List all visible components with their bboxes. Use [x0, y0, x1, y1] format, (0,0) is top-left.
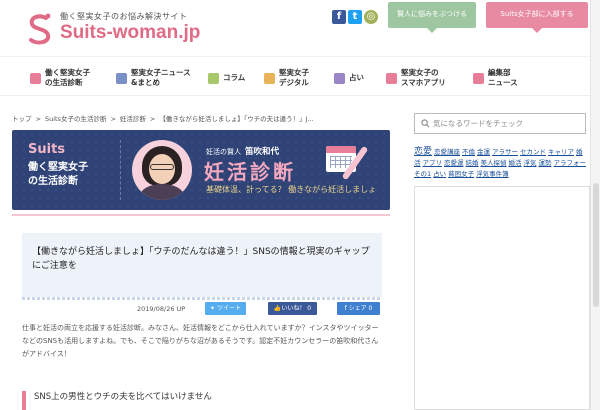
keyword-tag[interactable]: 貧困女子 — [448, 170, 474, 178]
search-icon — [421, 119, 430, 128]
keyword-tag[interactable]: 金運 — [477, 148, 490, 156]
breadcrumb: トップ > Suits女子の生活診断 > 妊活診断 > 【働きながら妊活しましょ】「ウチの夫… — [12, 113, 318, 123]
banner-divider — [120, 140, 121, 200]
keyword-tag[interactable]: アラサー — [492, 148, 518, 156]
article-intro: 仕事と妊活の両立を応援する妊活診断。みなさん、妊活情報をどこから仕入れていますか… — [22, 324, 379, 358]
breadcrumb-link[interactable]: Suits女子の生活診断 — [45, 115, 107, 123]
logo-mark-icon — [29, 13, 51, 45]
nav-item-5[interactable]: 堅実女子の スマホアプリ — [386, 65, 446, 91]
nav-item-6[interactable]: 編集部 ニュース — [473, 65, 518, 91]
keyword-tag[interactable]: 恋愛運 — [444, 159, 464, 167]
breadcrumb-separator: > — [149, 115, 156, 123]
keyword-tag[interactable]: アラフォー — [554, 159, 587, 167]
bag-icon — [264, 72, 275, 84]
breadcrumb-link: 【働きながら妊活しましょ】「ウチの夫は違う！」J... — [159, 115, 314, 123]
join-club-button[interactable]: Suits女子部に入部する — [486, 2, 588, 33]
sidebar-search[interactable] — [414, 113, 586, 134]
clipboard-icon — [30, 72, 41, 84]
tweet-button[interactable]: ✦ ツイート — [205, 302, 246, 315]
facebook-icon[interactable]: f — [332, 10, 346, 24]
nav-item-label: コラム — [223, 73, 246, 82]
breadcrumb-link[interactable]: 妊活診断 — [120, 115, 146, 123]
logo-text: Suits-woman.jp — [60, 22, 201, 43]
keyword-tag[interactable]: 恋愛講座 — [434, 148, 460, 156]
search-input[interactable] — [433, 115, 583, 132]
keyword-tag[interactable]: その1 — [414, 170, 431, 178]
facebook-like-button[interactable]: 👍いいね！ 0 — [268, 302, 317, 315]
line-icon[interactable]: ◎ — [364, 10, 378, 24]
facebook-share-button[interactable]: f シェア 0 — [337, 302, 380, 315]
keyword-tags: 恋愛 恋愛講座 不倫 金運 アラサー セカンド キャリア 婚活 アプリ 恋愛運 結婚 美人探偵 婚活 浮気… — [414, 147, 590, 180]
keyword-tag[interactable]: 浮気事件簿 — [476, 170, 509, 178]
section-heading: SNS上の男性とウチの夫を比べてはいけません — [22, 391, 380, 410]
star-icon — [334, 72, 345, 84]
diagnosis-banner[interactable]: Suits 働く堅実女子 の生活診断 妊活の賢人 笛吹和代 妊活診断 基礎体温、計… — [12, 130, 390, 210]
banner-underline — [12, 214, 390, 216]
breadcrumb-separator: > — [35, 115, 41, 123]
main-nav: 働く堅実女子 の生活診断 堅実女子ニュース &まとめ コラム 堅実女子 デジタル 占い 堅… — [0, 56, 600, 96]
nav-item-4[interactable]: 占い — [334, 65, 364, 91]
article-header: 【働きながら妊活しましょ】「ウチのだんなは違う！」SNSの情報と現実のギャップに… — [22, 233, 382, 297]
banner-main-title: 妊活診断 — [204, 160, 296, 184]
smartphone-icon — [386, 72, 397, 84]
site-header: 働く堅実女子のお悩み解決サイト Suits-woman.jp f t ◎ 賢人に悩み… — [0, 0, 600, 52]
nav-item-label: 堅実女子ニュース &まとめ — [131, 68, 191, 87]
breadcrumb-link[interactable]: トップ — [12, 115, 32, 123]
keyword-tag[interactable]: 美人探偵 — [481, 159, 507, 167]
nav-item-2[interactable]: コラム — [208, 65, 245, 91]
keyword-tag[interactable]: 不倫 — [462, 148, 475, 156]
keyword-tag[interactable]: 占い — [433, 170, 446, 178]
breadcrumb-separator: > — [110, 115, 116, 123]
keyword-tag[interactable]: キャリア — [548, 148, 574, 156]
news-icon — [116, 72, 127, 84]
sidebar-ad-box — [414, 186, 590, 410]
megaphone-icon — [473, 72, 484, 84]
nav-item-label: 堅実女子の スマホアプリ — [401, 68, 446, 87]
keyword-tag[interactable]: 結婚 — [466, 159, 479, 167]
banner-section-title: 働く堅実女子 の生活診断 — [28, 162, 88, 187]
book-icon — [208, 72, 219, 84]
keyword-tag[interactable]: 運勢 — [539, 159, 552, 167]
article-title: 【働きながら妊活しましょ】「ウチのだんなは違う！」SNSの情報と現実のギャップに… — [32, 247, 370, 271]
keyword-tag[interactable]: 恋愛 — [414, 147, 432, 157]
nav-item-0[interactable]: 働く堅実女子 の生活診断 — [30, 65, 90, 91]
nav-item-label: 編集部 ニュース — [488, 68, 518, 87]
keyword-tag[interactable]: アプリ — [423, 159, 443, 167]
banner-subtitle: 基礎体温、計ってる？ 働きながら妊活しましょ — [206, 185, 377, 194]
nav-item-label: 働く堅実女子 の生活診断 — [45, 68, 90, 87]
site-logo[interactable]: 働く堅実女子のお悩み解決サイト Suits-woman.jp — [26, 9, 226, 49]
nav-item-3[interactable]: 堅実女子 デジタル — [264, 65, 309, 91]
nav-item-label: 堅実女子 デジタル — [279, 68, 309, 87]
expert-photo — [132, 140, 192, 200]
site-tagline: 働く堅実女子のお悩み解決サイト — [60, 12, 188, 21]
publish-date: 2019/08/26 UP — [137, 305, 186, 313]
keyword-tag[interactable]: セカンド — [520, 148, 546, 156]
keyword-tag[interactable]: 婚活 — [509, 159, 522, 167]
keyword-tag[interactable]: 浮気 — [524, 159, 537, 167]
article-header-border — [22, 297, 382, 300]
nav-item-1[interactable]: 堅実女子ニュース &まとめ — [116, 65, 191, 91]
nav-item-label: 占い — [349, 73, 364, 82]
bird-icon: ✦ — [210, 305, 217, 312]
scrollbar-thumb[interactable] — [593, 183, 599, 307]
twitter-icon[interactable]: t — [348, 10, 362, 24]
ask-expert-button[interactable]: 賢人に悩みをぶつける — [388, 2, 476, 33]
page-scrollbar[interactable] — [590, 0, 600, 410]
banner-suits-logo: Suits — [28, 142, 66, 157]
